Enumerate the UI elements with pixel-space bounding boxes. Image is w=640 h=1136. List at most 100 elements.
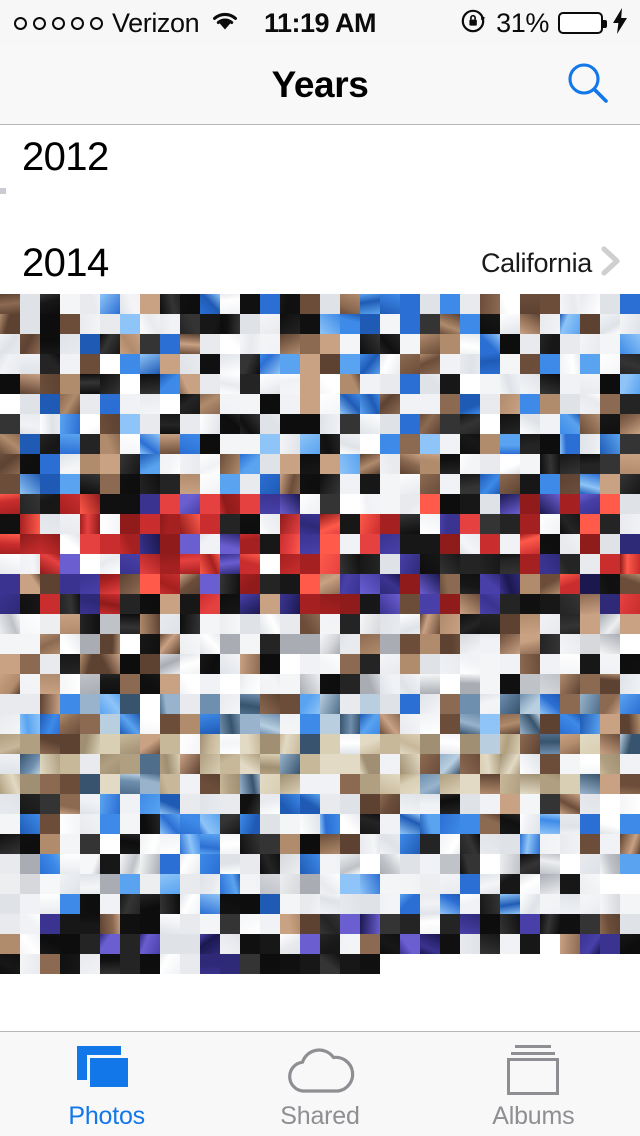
photo-thumbnail[interactable]: [20, 534, 40, 554]
photo-thumbnail[interactable]: [440, 754, 460, 774]
photo-thumbnail[interactable]: [360, 914, 380, 934]
photo-thumbnail[interactable]: [120, 294, 140, 314]
photo-thumbnail[interactable]: [20, 674, 40, 694]
photo-thumbnail[interactable]: [500, 294, 520, 314]
photo-thumbnail[interactable]: [80, 954, 100, 974]
photo-thumbnail[interactable]: [160, 434, 180, 454]
photo-thumbnail[interactable]: [220, 634, 240, 654]
photo-thumbnail[interactable]: [540, 514, 560, 534]
photo-thumbnail[interactable]: [80, 734, 100, 754]
photo-thumbnail[interactable]: [560, 374, 580, 394]
photo-thumbnail[interactable]: [320, 694, 340, 714]
photo-thumbnail[interactable]: [580, 854, 600, 874]
photo-thumbnail[interactable]: [220, 294, 240, 314]
photo-thumbnail[interactable]: [20, 894, 40, 914]
photo-thumbnail[interactable]: [0, 674, 20, 694]
photo-thumbnail[interactable]: [280, 894, 300, 914]
photo-thumbnail[interactable]: [560, 714, 580, 734]
photo-thumbnail[interactable]: [180, 834, 200, 854]
photo-thumbnail[interactable]: [440, 594, 460, 614]
photo-thumbnail[interactable]: [300, 654, 320, 674]
photo-thumbnail[interactable]: [300, 714, 320, 734]
photo-thumbnail[interactable]: [340, 674, 360, 694]
photo-thumbnail[interactable]: [20, 594, 40, 614]
photo-thumbnail[interactable]: [560, 514, 580, 534]
photo-thumbnail[interactable]: [180, 954, 200, 974]
photo-thumbnail[interactable]: [460, 514, 480, 534]
photo-thumbnail[interactable]: [340, 514, 360, 534]
photo-thumbnail[interactable]: [180, 854, 200, 874]
photo-thumbnail[interactable]: [40, 574, 60, 594]
photo-thumbnail[interactable]: [580, 674, 600, 694]
photo-thumbnail[interactable]: [360, 614, 380, 634]
photo-thumbnail[interactable]: [500, 334, 520, 354]
photo-thumbnail[interactable]: [300, 874, 320, 894]
year-header-right[interactable]: California: [481, 241, 626, 286]
photo-thumbnail[interactable]: [200, 814, 220, 834]
photo-thumbnail[interactable]: [60, 554, 80, 574]
photo-thumbnail[interactable]: [300, 534, 320, 554]
photo-thumbnail[interactable]: [100, 634, 120, 654]
tab-shared[interactable]: Shared: [213, 1032, 426, 1136]
photo-thumbnail[interactable]: [0, 414, 20, 434]
photo-thumbnail[interactable]: [200, 934, 220, 954]
photo-thumbnail[interactable]: [300, 494, 320, 514]
photo-thumbnail[interactable]: [100, 414, 120, 434]
photo-thumbnail[interactable]: [240, 894, 260, 914]
photo-thumbnail[interactable]: [600, 494, 620, 514]
photo-thumbnail[interactable]: [300, 454, 320, 474]
photo-thumbnail[interactable]: [600, 314, 620, 334]
photo-thumbnail[interactable]: [400, 314, 420, 334]
photo-thumbnail[interactable]: [420, 314, 440, 334]
photo-thumbnail[interactable]: [540, 434, 560, 454]
photo-thumbnail[interactable]: [380, 934, 400, 954]
photo-thumbnail[interactable]: [460, 634, 480, 654]
photo-thumbnail[interactable]: [480, 434, 500, 454]
photo-thumbnail[interactable]: [580, 474, 600, 494]
photo-thumbnail[interactable]: [340, 334, 360, 354]
photo-thumbnail[interactable]: [320, 594, 340, 614]
photo-thumbnail[interactable]: [460, 534, 480, 554]
photo-thumbnail[interactable]: [340, 814, 360, 834]
photo-thumbnail[interactable]: [580, 334, 600, 354]
photo-thumbnail[interactable]: [540, 874, 560, 894]
photo-thumbnail[interactable]: [600, 434, 620, 454]
photo-thumbnail[interactable]: [400, 894, 420, 914]
photo-thumbnail[interactable]: [500, 714, 520, 734]
photo-thumbnail[interactable]: [100, 734, 120, 754]
photo-thumbnail[interactable]: [120, 854, 140, 874]
photo-thumbnail[interactable]: [200, 594, 220, 614]
photo-thumbnail[interactable]: [120, 874, 140, 894]
photo-thumbnail[interactable]: [300, 514, 320, 534]
photo-thumbnail[interactable]: [540, 794, 560, 814]
photo-thumbnail[interactable]: [560, 934, 580, 954]
photo-thumbnail[interactable]: [340, 614, 360, 634]
photo-thumbnail[interactable]: [500, 754, 520, 774]
photo-thumbnail[interactable]: [160, 294, 180, 314]
photo-thumbnail[interactable]: [320, 674, 340, 694]
photo-thumbnail[interactable]: [580, 754, 600, 774]
photo-thumbnail[interactable]: [60, 414, 80, 434]
photo-thumbnail[interactable]: [0, 454, 20, 474]
photo-thumbnail[interactable]: [440, 434, 460, 454]
photo-thumbnail[interactable]: [100, 534, 120, 554]
photo-thumbnail[interactable]: [260, 794, 280, 814]
photo-thumbnail[interactable]: [560, 414, 580, 434]
photo-thumbnail[interactable]: [600, 694, 620, 714]
photo-thumbnail[interactable]: [600, 394, 620, 414]
photo-thumbnail[interactable]: [360, 754, 380, 774]
photo-thumbnail[interactable]: [240, 914, 260, 934]
photo-thumbnail[interactable]: [80, 414, 100, 434]
photo-thumbnail[interactable]: [340, 374, 360, 394]
photo-thumbnail[interactable]: [260, 594, 280, 614]
photo-thumbnail[interactable]: [120, 894, 140, 914]
photo-thumbnail[interactable]: [460, 614, 480, 634]
photo-thumbnail[interactable]: [100, 794, 120, 814]
photo-thumbnail[interactable]: [180, 314, 200, 334]
photo-thumbnail[interactable]: [320, 754, 340, 774]
photo-thumbnail[interactable]: [360, 874, 380, 894]
photo-thumbnail[interactable]: [120, 954, 140, 974]
photo-thumbnail[interactable]: [60, 514, 80, 534]
photo-thumbnail[interactable]: [360, 674, 380, 694]
photo-thumbnail[interactable]: [500, 734, 520, 754]
